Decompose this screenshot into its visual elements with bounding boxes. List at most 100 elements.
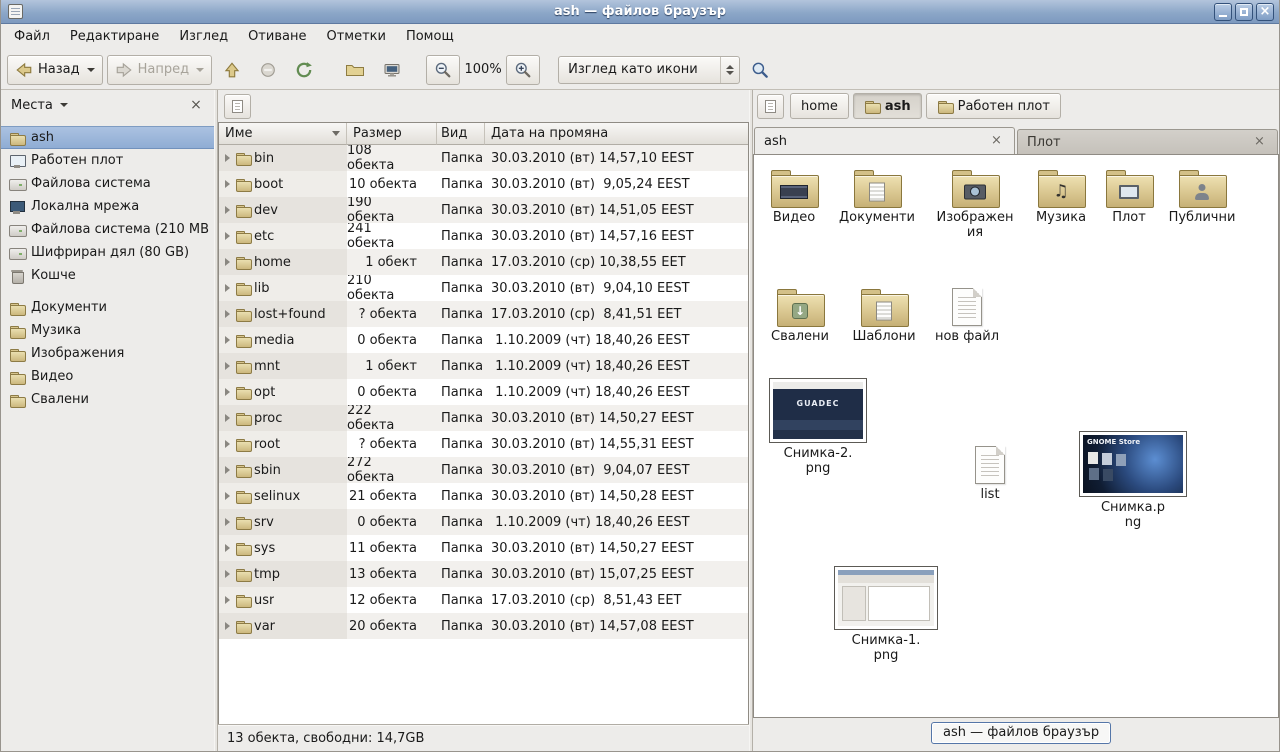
table-row[interactable]: sbin272 обектаПапка30.03.2010 (вт) 9,04,… — [219, 457, 748, 483]
forward-button[interactable]: Напред — [107, 55, 212, 85]
table-row[interactable]: proc222 обектаПапка30.03.2010 (вт) 14,50… — [219, 405, 748, 431]
titlebar[interactable]: ash — файлов браузър × — [1, 0, 1279, 24]
sidebar-item-label: Локална мрежа — [31, 199, 139, 214]
table-row[interactable]: mnt1 обектПапка 1.10.2009 (чт) 18,40,26 … — [219, 353, 748, 379]
menu-item-3[interactable]: Отиване — [238, 24, 316, 50]
file-type: Папка — [437, 431, 485, 457]
zoom-out-button[interactable] — [426, 55, 460, 85]
table-row[interactable]: sys11 обектаПапка30.03.2010 (вт) 14,50,2… — [219, 535, 748, 561]
tab-1[interactable]: Плот× — [1017, 129, 1278, 154]
expander-icon[interactable] — [225, 206, 230, 214]
reload-button[interactable] — [288, 55, 320, 85]
sidebar-item-6[interactable]: Кошче — [1, 264, 214, 287]
table-row[interactable]: usr12 обектаПапка17.03.2010 (ср) 8,51,43… — [219, 587, 748, 613]
stop-button[interactable] — [252, 55, 284, 85]
expander-icon[interactable] — [225, 544, 230, 552]
column-header-name[interactable]: Име — [219, 123, 347, 145]
icon-item-7[interactable]: Шаблони — [844, 288, 924, 345]
computer-button[interactable] — [376, 55, 408, 85]
expander-icon[interactable] — [225, 232, 230, 240]
expander-icon[interactable] — [225, 414, 230, 422]
table-row[interactable]: srv0 обектаПапка 1.10.2009 (чт) 18,40,26… — [219, 509, 748, 535]
table-row[interactable]: lib210 обектаПапка30.03.2010 (вт) 9,04,1… — [219, 275, 748, 301]
icon-item-0[interactable]: Видео — [754, 169, 834, 226]
icon-item-9[interactable]: GUADECСнимка-2.png — [768, 378, 868, 476]
table-row[interactable]: selinux21 обектаПапка30.03.2010 (вт) 14,… — [219, 483, 748, 509]
icon-item-4[interactable]: Плот — [1089, 169, 1169, 226]
expander-icon[interactable] — [225, 570, 230, 578]
sidebar-item-8[interactable]: Документи — [1, 296, 214, 319]
expander-icon[interactable] — [225, 596, 230, 604]
back-button[interactable]: Назад — [7, 55, 103, 85]
home-folder-button[interactable] — [338, 55, 372, 85]
table-row[interactable]: tmp13 обектаПапка30.03.2010 (вт) 15,07,2… — [219, 561, 748, 587]
path-button-0[interactable]: home — [790, 93, 849, 119]
sidebar-item-0[interactable]: ash — [1, 126, 214, 149]
expander-icon[interactable] — [225, 154, 230, 162]
search-button[interactable] — [744, 55, 776, 85]
icon-item-1[interactable]: Документи — [837, 169, 917, 226]
table-row[interactable]: bin108 обектаПапка30.03.2010 (вт) 14,57,… — [219, 145, 748, 171]
sidebar-item-3[interactable]: Локална мрежа — [1, 195, 214, 218]
column-header-type[interactable]: Вид — [437, 123, 485, 145]
sidebar-item-11[interactable]: Видео — [1, 365, 214, 388]
sidebar-item-2[interactable]: Файлова система — [1, 172, 214, 195]
menu-item-0[interactable]: Файл — [4, 24, 60, 50]
icon-item-6[interactable]: ↓Свалени — [760, 288, 840, 345]
location-toggle-button[interactable] — [757, 94, 784, 119]
path-button-1[interactable]: ash — [853, 93, 922, 119]
sidebar-close-button[interactable]: × — [186, 97, 206, 113]
table-row[interactable]: dev190 обектаПапка30.03.2010 (вт) 14,51,… — [219, 197, 748, 223]
sidebar-item-10[interactable]: Изображения — [1, 342, 214, 365]
expander-icon[interactable] — [225, 258, 230, 266]
table-row[interactable]: root? обектаПапка30.03.2010 (вт) 14,55,3… — [219, 431, 748, 457]
table-row[interactable]: lost+found? обектаПапка17.03.2010 (ср) 8… — [219, 301, 748, 327]
table-row[interactable]: boot10 обектаПапка30.03.2010 (вт) 9,05,2… — [219, 171, 748, 197]
notes-toggle-button[interactable] — [224, 94, 251, 119]
column-header-size[interactable]: Размер — [347, 123, 437, 145]
icon-item-2[interactable]: Изображения — [935, 169, 1015, 240]
expander-icon[interactable] — [225, 518, 230, 526]
minimize-button[interactable] — [1214, 3, 1232, 21]
tab-0[interactable]: ash× — [754, 127, 1015, 154]
expander-icon[interactable] — [225, 180, 230, 188]
expander-icon[interactable] — [225, 388, 230, 396]
expander-icon[interactable] — [225, 284, 230, 292]
places-selector[interactable]: Места — [11, 98, 68, 113]
sidebar-item-9[interactable]: Музика — [1, 319, 214, 342]
tab-close-icon[interactable]: × — [1251, 134, 1268, 151]
table-row[interactable]: opt0 обектаПапка 1.10.2009 (чт) 18,40,26… — [219, 379, 748, 405]
up-button[interactable] — [216, 55, 248, 85]
menu-item-1[interactable]: Редактиране — [60, 24, 169, 50]
sidebar-item-12[interactable]: Свалени — [1, 388, 214, 411]
table-row[interactable]: media0 обектаПапка 1.10.2009 (чт) 18,40,… — [219, 327, 748, 353]
sidebar-item-4[interactable]: Файлова система (210 MB) — [1, 218, 214, 241]
expander-icon[interactable] — [225, 492, 230, 500]
icon-item-11[interactable]: GNOME StoreСнимка.png — [1078, 431, 1188, 530]
expander-icon[interactable] — [225, 310, 230, 318]
menu-item-4[interactable]: Отметки — [316, 24, 395, 50]
expander-icon[interactable] — [225, 362, 230, 370]
zoom-in-button[interactable] — [506, 55, 540, 85]
path-button-2[interactable]: Работен плот — [926, 93, 1061, 119]
view-mode-select[interactable]: Изглед като икони — [558, 56, 740, 84]
menu-item-2[interactable]: Изглед — [169, 24, 238, 50]
icon-item-5[interactable]: Публични — [1162, 169, 1242, 226]
icon-item-8[interactable]: нов файл — [927, 288, 1007, 345]
expander-icon[interactable] — [225, 336, 230, 344]
icon-item-10[interactable]: list — [950, 446, 1030, 503]
close-button[interactable]: × — [1256, 3, 1274, 21]
table-row[interactable]: home1 обектПапка17.03.2010 (ср) 10,38,55… — [219, 249, 748, 275]
table-row[interactable]: etc241 обектаПапка30.03.2010 (вт) 14,57,… — [219, 223, 748, 249]
column-header-date[interactable]: Дата на промяна — [485, 123, 748, 145]
expander-icon[interactable] — [225, 622, 230, 630]
sidebar-item-1[interactable]: Работен плот — [1, 149, 214, 172]
maximize-button[interactable] — [1235, 3, 1253, 21]
tab-close-icon[interactable]: × — [988, 133, 1005, 150]
sidebar-item-5[interactable]: Шифриран дял (80 GB) — [1, 241, 214, 264]
menu-item-5[interactable]: Помощ — [396, 24, 464, 50]
table-row[interactable]: var20 обектаПапка30.03.2010 (вт) 14,57,0… — [219, 613, 748, 639]
icon-item-12[interactable]: Снимка-1.png — [831, 566, 941, 663]
expander-icon[interactable] — [225, 440, 230, 448]
expander-icon[interactable] — [225, 466, 230, 474]
